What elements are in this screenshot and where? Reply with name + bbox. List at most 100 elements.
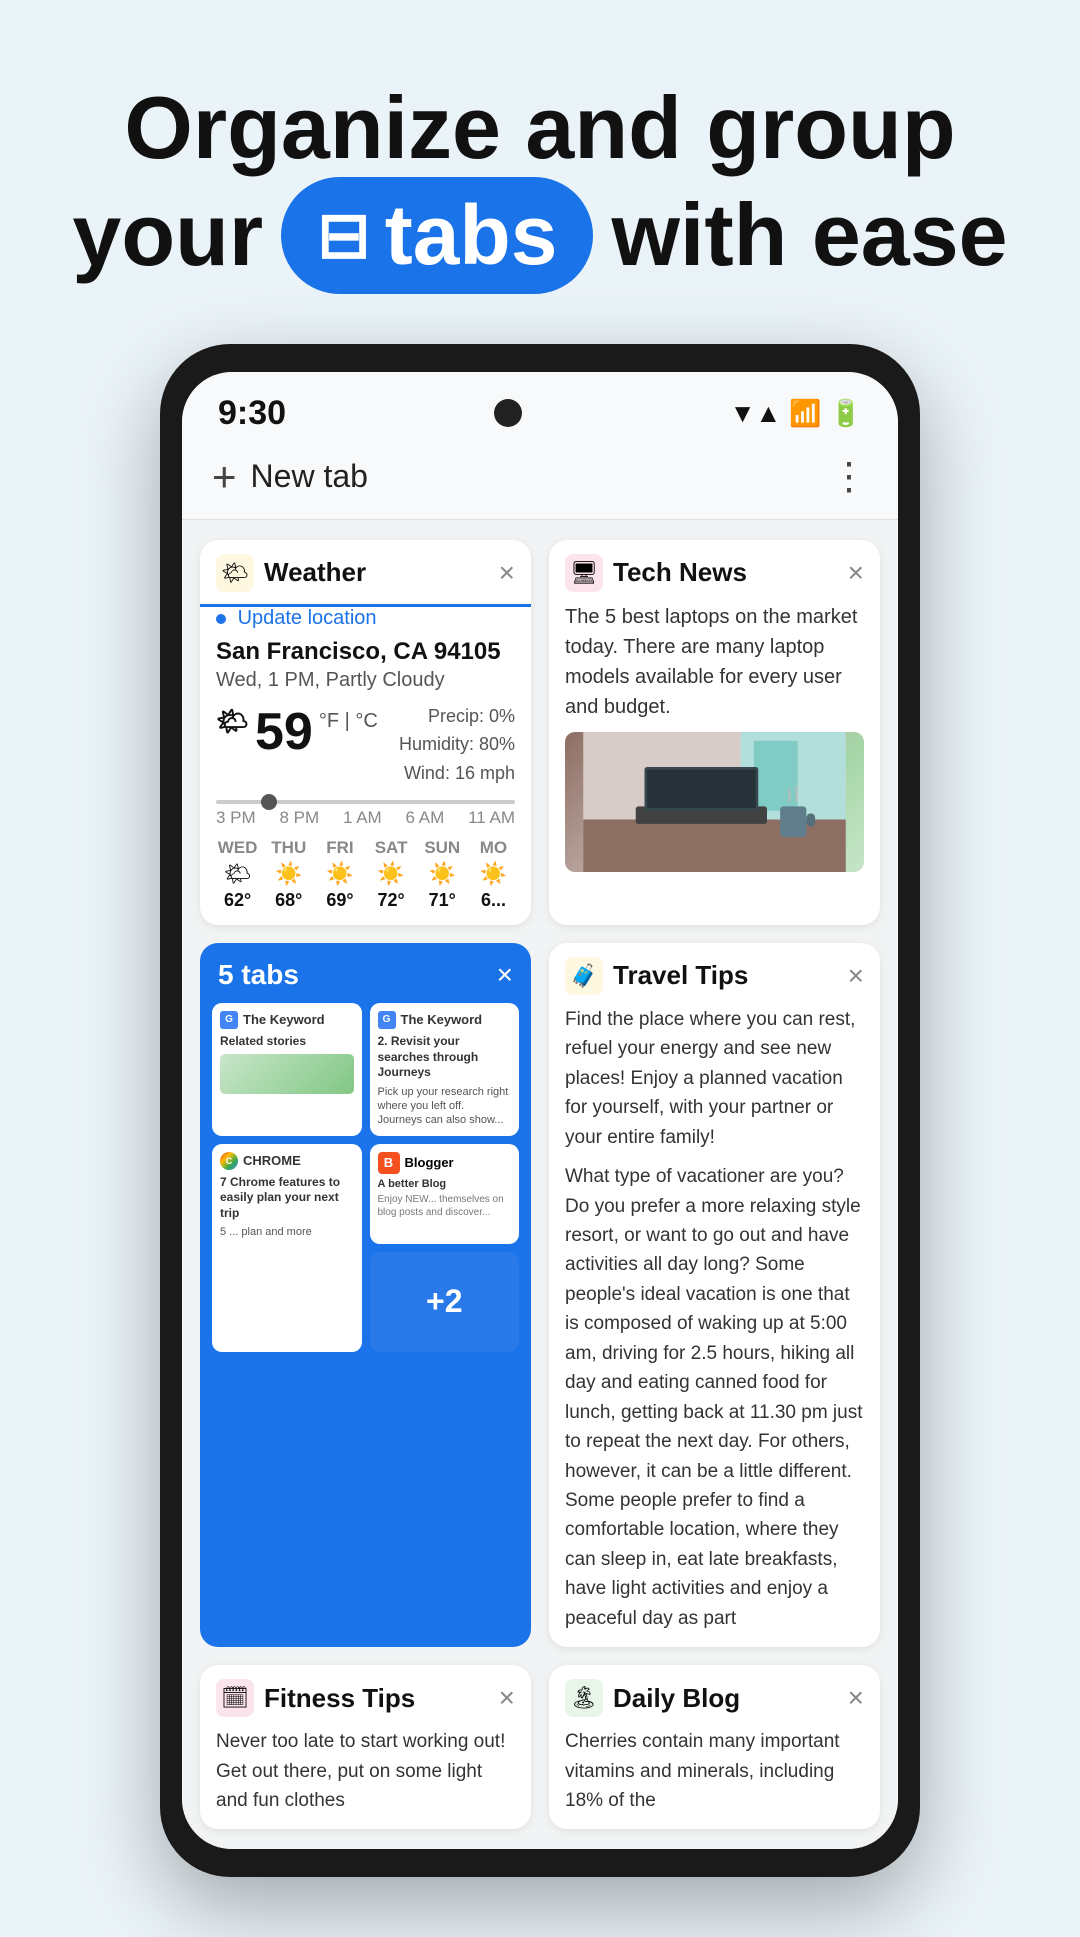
mini-tab-1-image — [220, 1054, 354, 1094]
blogger-post: A better Blog — [378, 1178, 512, 1190]
daily-blog-title: Daily Blog — [613, 1683, 740, 1714]
tech-news-icon: 🖥 — [565, 554, 603, 592]
blogger-header: B Blogger — [378, 1152, 512, 1174]
weather-description: Wed, 1 PM, Partly Cloudy — [216, 669, 515, 692]
tabs-pill: ⊟ tabs — [281, 177, 593, 294]
chrome-tab-bar[interactable]: + New tab ⋮ — [182, 443, 898, 520]
front-camera — [494, 399, 522, 427]
weather-temperature: 🌤 59 °F | °C — [216, 702, 378, 762]
daily-blog-text: Cherries contain many important vitamins… — [549, 1727, 880, 1829]
travel-tips-close-button[interactable]: × — [848, 962, 864, 990]
plus-count-badge[interactable]: +2 — [370, 1252, 520, 1352]
tech-news-close-button[interactable]: × — [848, 559, 864, 587]
tech-news-tab-card[interactable]: 🖥 Tech News × The 5 best laptops on the … — [549, 540, 880, 925]
phone-screen: 9:30 ▼▲ 📶 🔋 + New tab ⋮ — [182, 372, 898, 1850]
wifi-icon: ▼▲ — [730, 398, 781, 429]
google-logo-2: G — [378, 1011, 396, 1029]
five-tabs-close-button[interactable]: × — [497, 959, 513, 991]
daily-blog-card[interactable]: 🏝 Daily Blog × Cherries contain many imp… — [549, 1665, 880, 1829]
mini-tab-3-header: C CHROME — [220, 1152, 354, 1170]
weather-close-button[interactable]: × — [499, 559, 515, 587]
hero-line1: Organize and group — [60, 80, 1020, 177]
weather-temp-row: 🌤 59 °F | °C Precip: 0% Humidity: 80% Wi… — [216, 702, 515, 788]
blogger-name: Blogger — [405, 1155, 454, 1170]
hero-section: Organize and group your ⊟ tabs with ease — [0, 0, 1080, 344]
weather-title: Weather — [264, 557, 366, 588]
status-time: 9:30 — [218, 394, 286, 433]
travel-tips-title: Travel Tips — [613, 960, 748, 991]
tech-news-title-row: 🖥 Tech News — [565, 554, 747, 592]
tab-grid: 🌤 Weather × Update location San Francisc… — [182, 520, 898, 1850]
tech-news-title: Tech News — [613, 557, 747, 588]
forecast-fri: FRI ☀️ 69° — [318, 838, 361, 911]
mini-tab-2[interactable]: G The Keyword 2. Revisit your searches t… — [370, 1003, 520, 1136]
tech-news-header: 🖥 Tech News × — [549, 540, 880, 602]
tl-3pm: 3 PM — [216, 808, 256, 828]
fitness-tips-title-row: 🗓 Fitness Tips — [216, 1679, 415, 1717]
forecast-mon: MO ☀️ 6... — [472, 838, 515, 911]
tl-1am: 1 AM — [343, 808, 382, 828]
five-tabs-title: 5 tabs — [218, 959, 299, 991]
fitness-tips-icon: 🗓 — [216, 1679, 254, 1717]
new-tab-label: New tab — [251, 458, 368, 495]
fitness-tips-text: Never too late to start working out! Get… — [200, 1727, 531, 1829]
tabs-pill-label: tabs — [385, 185, 558, 286]
weather-icon: 🌤 — [216, 554, 254, 592]
chrome-logo: C — [220, 1152, 238, 1170]
fitness-tips-card[interactable]: 🗓 Fitness Tips × Never too late to start… — [200, 1665, 531, 1829]
five-tabs-card[interactable]: 5 tabs × G The Keyword Relat — [200, 943, 531, 1647]
travel-tips-icon: 🧳 — [565, 957, 603, 995]
phone-mockup-wrapper: 9:30 ▼▲ 📶 🔋 + New tab ⋮ — [0, 344, 1080, 1937]
forecast-sun: SUN ☀️ 71° — [421, 838, 464, 911]
hero-with-ease: with ease — [611, 182, 1007, 288]
travel-tips-header: 🧳 Travel Tips × — [549, 943, 880, 1005]
new-tab-plus-icon: + — [212, 453, 237, 501]
hero-your: your — [72, 182, 263, 288]
weather-city: San Francisco, CA 94105 — [216, 638, 515, 666]
weather-tab-card[interactable]: 🌤 Weather × Update location San Francisc… — [200, 540, 531, 925]
mini-tab-1-header: G The Keyword — [220, 1011, 354, 1029]
update-location-link[interactable]: Update location — [216, 607, 515, 630]
forecast-sat: SAT ☀️ 72° — [370, 838, 413, 911]
daily-blog-icon: 🏝 — [565, 1679, 603, 1717]
mini-tab-1[interactable]: G The Keyword Related stories — [212, 1003, 362, 1136]
overflow-menu-button[interactable]: ⋮ — [830, 454, 868, 499]
status-bar: 9:30 ▼▲ 📶 🔋 — [182, 372, 898, 443]
tech-news-image — [565, 732, 864, 872]
travel-tips-card[interactable]: 🧳 Travel Tips × Find the place where you… — [549, 943, 880, 1647]
signal-icon: 📶 — [789, 398, 821, 429]
tabs-icon: ⊟ — [317, 197, 371, 274]
new-tab-button[interactable]: + New tab — [212, 453, 368, 501]
fitness-tips-header: 🗓 Fitness Tips × — [200, 1665, 531, 1727]
google-logo-1: G — [220, 1011, 238, 1029]
mini-tabs-grid: G The Keyword Related stories G — [200, 1003, 531, 1364]
status-icons: ▼▲ 📶 🔋 — [730, 398, 862, 429]
travel-tips-content: Find the place where you can rest, refue… — [549, 1005, 880, 1647]
timeline-marker — [261, 794, 277, 810]
blogger-icon: B — [378, 1152, 400, 1174]
travel-tips-title-row: 🧳 Travel Tips — [565, 957, 748, 995]
phone-device: 9:30 ▼▲ 📶 🔋 + New tab ⋮ — [160, 344, 920, 1878]
mini-tab-3[interactable]: C CHROME 7 Chrome features to easily pla… — [212, 1144, 362, 1352]
mini-tab-2-header: G The Keyword — [378, 1011, 512, 1029]
weather-timeline-bar — [216, 800, 515, 804]
blogger-body: Enjoy NEW... themselves on blog posts an… — [378, 1193, 512, 1219]
fitness-tips-title: Fitness Tips — [264, 1683, 415, 1714]
five-tabs-header: 5 tabs × — [200, 943, 531, 1003]
hero-line2: your ⊟ tabs with ease — [60, 177, 1020, 294]
tech-news-content: The 5 best laptops on the market today. … — [549, 602, 880, 886]
mini-tab-blogger[interactable]: B Blogger A better Blog Enjoy NEW... the… — [370, 1144, 520, 1244]
weather-details: Precip: 0% Humidity: 80% Wind: 16 mph — [399, 702, 515, 788]
daily-blog-title-row: 🏝 Daily Blog — [565, 1679, 740, 1717]
forecast-wed: WED 🌤 62° — [216, 838, 259, 911]
forecast-thu: THU ☀️ 68° — [267, 838, 310, 911]
tl-11am: 11 AM — [468, 808, 515, 828]
weekly-forecast: WED 🌤 62° THU ☀️ 68° FRI ☀️ — [216, 838, 515, 911]
daily-blog-close-button[interactable]: × — [848, 1684, 864, 1712]
fitness-tips-close-button[interactable]: × — [499, 1684, 515, 1712]
daily-blog-header: 🏝 Daily Blog × — [549, 1665, 880, 1727]
timeline-labels: 3 PM 8 PM 1 AM 6 AM 11 AM — [216, 808, 515, 828]
temp-unit: °F | °C — [319, 710, 378, 733]
tech-news-text: The 5 best laptops on the market today. … — [565, 602, 864, 722]
travel-tips-text: Find the place where you can rest, refue… — [565, 1005, 864, 1633]
